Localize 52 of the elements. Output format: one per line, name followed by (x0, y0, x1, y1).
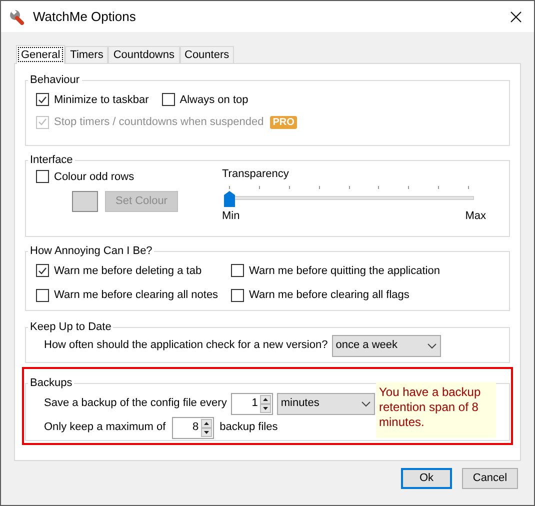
dialog-button[interactable]: Cancel (462, 468, 518, 489)
close-icon[interactable] (510, 10, 522, 22)
check-icon (38, 118, 47, 126)
tab[interactable]: Counters (180, 46, 234, 63)
checkbox[interactable] (231, 288, 244, 302)
max-label: Max (465, 209, 486, 224)
checkbox-label: Warn me before deleting a tab (54, 264, 202, 278)
backup-files-label: backup files (220, 420, 278, 436)
group-title: Keep Up to Date (29, 320, 112, 335)
max-backups-label: Only keep a maximum of (44, 420, 166, 436)
checkbox-label: Warn me before quitting the application (249, 264, 440, 278)
group-title: How Annoying Can I Be? (29, 244, 154, 259)
update-question: How often should the application check for a new version? (44, 338, 328, 354)
checkbox-label: Warn me before clearing all notes (54, 288, 218, 303)
spinner-arrows-icon[interactable] (260, 394, 271, 412)
wrench-icon (9, 8, 25, 24)
checkbox-label: Warn me before clearing all flags (249, 288, 410, 303)
checkbox[interactable] (36, 170, 49, 184)
dropdown[interactable]: once a week (332, 334, 441, 356)
retention-note: You have a backup retention span of 8 minutes. (376, 382, 496, 438)
group-title: Interface (29, 153, 74, 168)
group-title: Backups (29, 376, 74, 391)
number-field[interactable]: 8 (172, 416, 214, 438)
chevron-down-icon (426, 342, 437, 348)
min-label: Min (222, 209, 240, 224)
chevron-down-icon (360, 400, 371, 406)
window-title: WatchMe Options (33, 8, 137, 26)
checkbox-label: Colour odd rows (54, 170, 134, 184)
transparency-slider[interactable] (224, 186, 474, 208)
checkbox[interactable] (36, 264, 49, 278)
colour-swatch[interactable] (72, 191, 98, 212)
checkbox[interactable] (231, 264, 244, 278)
checkbox-label: Stop timers / countdowns when suspended (54, 115, 264, 130)
check-icon (38, 266, 47, 275)
dropdown[interactable]: minutes (276, 392, 375, 414)
number-field[interactable]: 1 (230, 392, 273, 414)
spinner-arrows-icon[interactable] (200, 418, 212, 436)
check-icon (38, 96, 47, 104)
dialog-button[interactable]: Ok (401, 468, 452, 489)
checkbox[interactable] (36, 93, 49, 106)
group-title: Behaviour (29, 73, 81, 88)
slider-thumb[interactable] (224, 191, 235, 207)
tab[interactable]: General (16, 45, 66, 64)
tab[interactable]: Timers (65, 46, 108, 63)
checkbox-label: Always on top (180, 92, 248, 108)
checkbox-label: Minimize to taskbar (54, 92, 149, 108)
pro-badge: PRO (270, 116, 298, 129)
backup-interval-label: Save a backup of the config file every (44, 396, 227, 412)
checkbox[interactable] (36, 288, 49, 302)
checkbox[interactable] (162, 93, 175, 106)
slider-label: Transparency (222, 166, 290, 182)
tab[interactable]: Countdowns (108, 46, 180, 63)
